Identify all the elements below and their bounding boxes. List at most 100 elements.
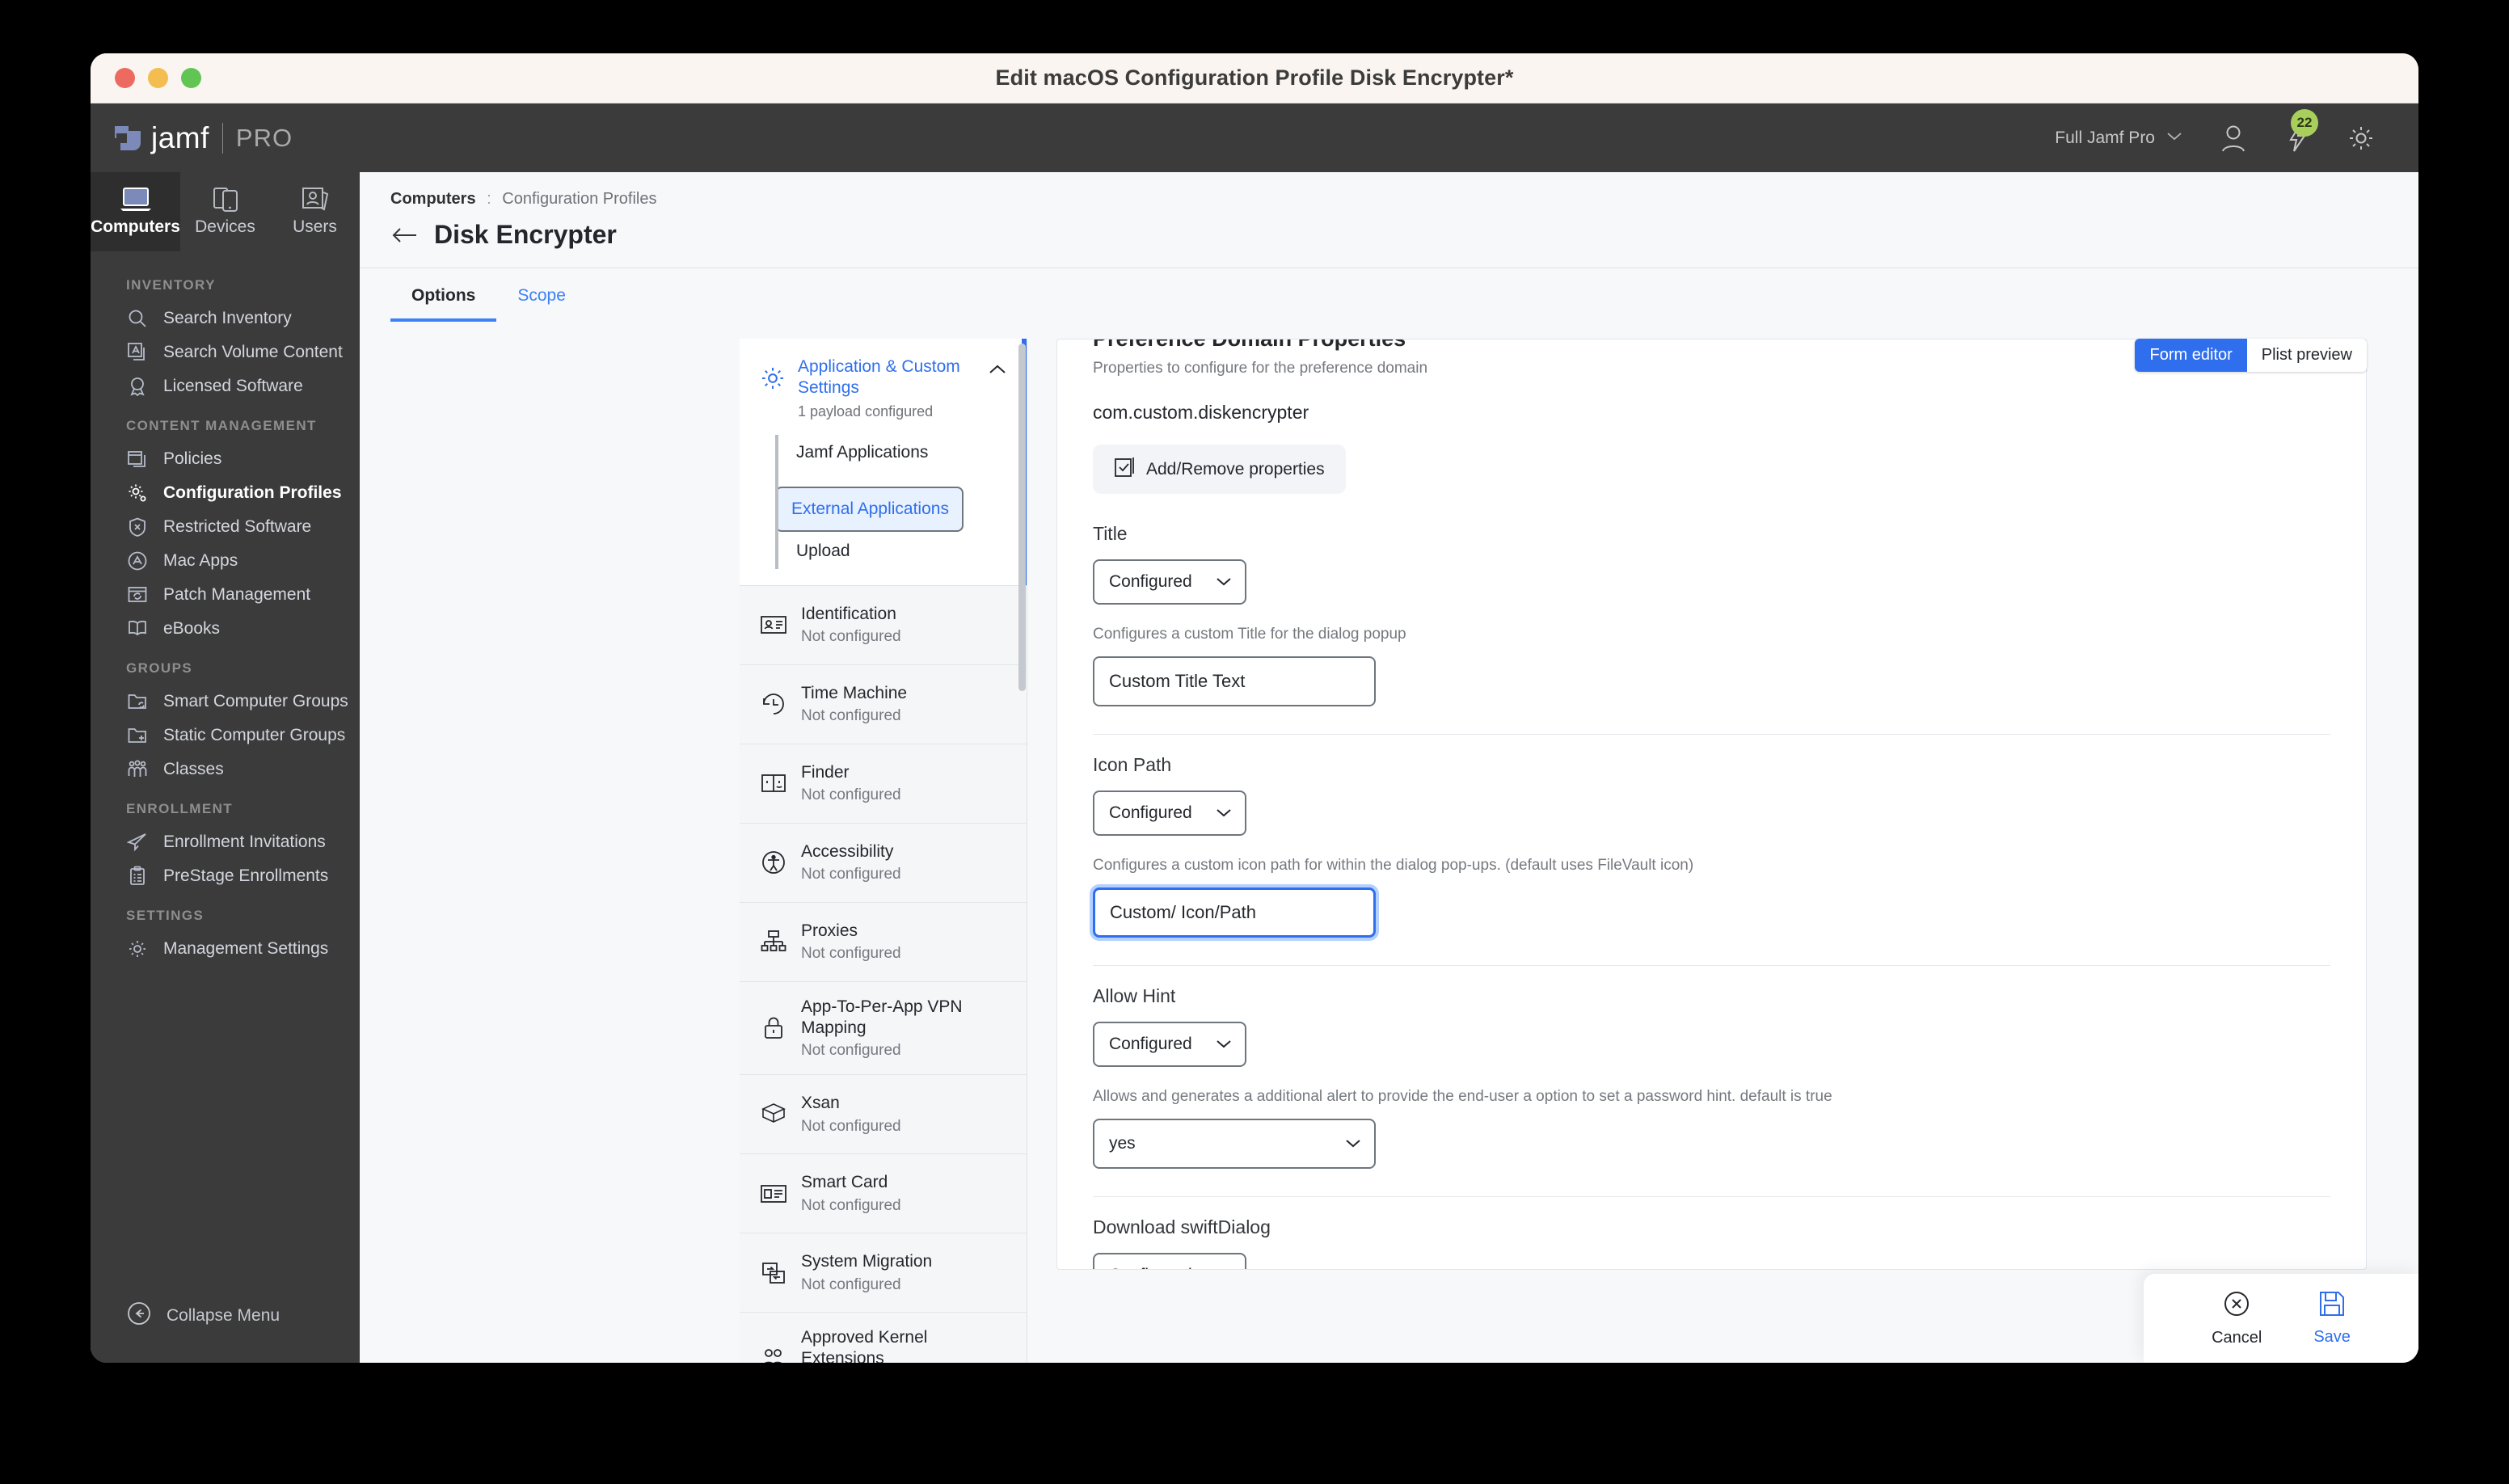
allow-hint-select[interactable]: yes: [1093, 1119, 1376, 1169]
account-context-dropdown[interactable]: Full Jamf Pro: [2055, 129, 2182, 148]
sidebar-label: Configuration Profiles: [163, 483, 342, 502]
action-footer: Cancel Save: [2144, 1274, 2418, 1363]
nav-group-settings: SETTINGS: [126, 908, 205, 923]
clock-rewind-icon: [759, 691, 788, 717]
field-state-select[interactable]: Configured: [1093, 790, 1246, 836]
payload-row-label: Approved Kernel Extensions: [801, 1328, 928, 1363]
breadcrumb-separator: :: [487, 190, 491, 208]
page-tabs: Options Scope: [360, 268, 2418, 322]
people-group-icon: [126, 758, 149, 781]
nav-group-inventory: INVENTORY: [126, 277, 216, 293]
editor-mode-toggle: Form editor Plist preview: [2135, 339, 2367, 372]
jamf-logo-mark: [115, 125, 141, 150]
sidebar-item-patch-management[interactable]: Patch Management: [91, 578, 360, 612]
sidebar-item-configuration-profiles[interactable]: Configuration Profiles: [91, 476, 360, 510]
field-help-text: Allows and generates a additional alert …: [1093, 1088, 1832, 1105]
accessibility-icon: [759, 850, 788, 875]
payload-open-title[interactable]: Application & Custom Settings: [798, 357, 960, 397]
checkbox-square-icon: [1114, 456, 1135, 483]
sidebar-item-static-computer-groups[interactable]: Static Computer Groups: [91, 719, 360, 753]
payload-row-label: Identification: [801, 604, 896, 623]
payload-row-label: System Migration: [801, 1252, 933, 1271]
sidebar-item-enrollment-invitations[interactable]: Enrollment Invitations: [91, 825, 360, 859]
payload-row-finder[interactable]: Finder Not configured: [740, 744, 1027, 824]
collapse-menu-label: Collapse Menu: [167, 1305, 280, 1325]
sidebar-item-management-settings[interactable]: Management Settings: [91, 932, 360, 966]
sidebar-label: Static Computer Groups: [163, 726, 346, 744]
floppy-disk-icon: [2318, 1290, 2346, 1322]
mobile-devices-icon: [209, 187, 242, 213]
field-state-select[interactable]: Configured: [1093, 1253, 1246, 1269]
field-label: Title: [1093, 523, 1128, 544]
collapse-menu-button[interactable]: Collapse Menu: [91, 1301, 360, 1363]
icon-path-input[interactable]: [1093, 887, 1376, 938]
toggle-plist-preview[interactable]: Plist preview: [2246, 339, 2367, 372]
segment-users[interactable]: Users: [270, 172, 360, 251]
payload-row-proxies[interactable]: Proxies Not configured: [740, 902, 1027, 982]
lock-icon: [759, 1015, 788, 1041]
add-remove-properties-button[interactable]: Add/Remove properties: [1093, 445, 1346, 494]
payload-row-identification[interactable]: Identification Not configured: [740, 585, 1027, 665]
sidebar-item-mac-apps[interactable]: Mac Apps: [91, 544, 360, 578]
chevron-down-icon: [1216, 803, 1232, 823]
segment-computers[interactable]: Computers: [91, 172, 180, 251]
gear-icon: [126, 938, 149, 960]
toggle-form-editor[interactable]: Form editor: [2135, 339, 2247, 372]
save-label: Save: [2313, 1328, 2351, 1346]
payload-row-system-migration[interactable]: System Migration Not configured: [740, 1233, 1027, 1313]
tab-scope[interactable]: Scope: [496, 268, 587, 322]
sidebar-item-search-inventory[interactable]: Search Inventory: [91, 301, 360, 335]
payload-row-approved-kernel-extensions[interactable]: Approved Kernel Extensions Not configure…: [740, 1313, 1027, 1363]
payload-row-smart-card[interactable]: Smart Card Not configured: [740, 1154, 1027, 1233]
payload-list-scrollbar[interactable]: [1018, 344, 1026, 691]
payload-subitem-jamf-applications[interactable]: Jamf Applications: [775, 433, 1027, 472]
payload-application-custom-settings: Application & Custom Settings 1 payload …: [740, 339, 1027, 586]
sidebar-item-licensed-software[interactable]: Licensed Software: [91, 369, 360, 403]
finder-icon: [759, 773, 788, 794]
save-button[interactable]: Save: [2313, 1290, 2351, 1347]
notifications-button[interactable]: 22: [2284, 108, 2318, 154]
field-state-select[interactable]: Configured: [1093, 1022, 1246, 1067]
payload-row-label: Smart Card: [801, 1173, 888, 1192]
folder-plus-icon: [126, 724, 149, 747]
field-label: Download swiftDialog: [1093, 1216, 1271, 1237]
payload-subitem-upload[interactable]: Upload: [775, 532, 1027, 571]
payload-row-state: Not configured: [801, 786, 901, 804]
jamf-pro-logo: jamf PRO: [91, 103, 360, 172]
sidebar-item-policies[interactable]: Policies: [91, 442, 360, 476]
sidebar-label: PreStage Enrollments: [163, 866, 329, 885]
sidebar-item-restricted-software[interactable]: Restricted Software: [91, 510, 360, 544]
payload-row-xsan[interactable]: Xsan Not configured: [740, 1075, 1027, 1154]
back-arrow-icon[interactable]: [390, 226, 418, 245]
payload-row-time-machine[interactable]: Time Machine Not configured: [740, 664, 1027, 744]
payload-subitem-external-applications[interactable]: External Applications: [775, 486, 964, 532]
payload-row-app-to-per-app-vpn-mapping[interactable]: App-To-Per-App VPN Mapping Not configure…: [740, 981, 1027, 1075]
editor-body: Application & Custom Settings 1 payload …: [360, 321, 2418, 1363]
cancel-button[interactable]: Cancel: [2212, 1289, 2262, 1347]
settings-gear-button[interactable]: [2346, 123, 2376, 154]
breadcrumb-leaf[interactable]: Configuration Profiles: [502, 190, 656, 208]
sidebar-item-search-volume-content[interactable]: Search Volume Content: [91, 335, 360, 369]
collapse-arrow-icon: [126, 1301, 152, 1330]
nav-group-groups: GROUPS: [126, 660, 193, 676]
field-state-select[interactable]: Configured: [1093, 559, 1246, 605]
sidebar-item-smart-computer-groups[interactable]: Smart Computer Groups: [91, 685, 360, 719]
field-allow-hint: Allow Hint Configured Allows and generat…: [1093, 966, 2330, 1197]
sidebar-label: Search Inventory: [163, 309, 292, 327]
breadcrumb-root[interactable]: Computers: [390, 190, 476, 208]
tab-options[interactable]: Options: [390, 268, 497, 322]
breadcrumb: Computers : Configuration Profiles: [390, 190, 2418, 209]
sidebar-item-prestage-enrollments[interactable]: PreStage Enrollments: [91, 859, 360, 893]
id-card-icon: [759, 614, 788, 635]
kernel-ext-icon: [759, 1347, 788, 1363]
sidebar-item-classes[interactable]: Classes: [91, 753, 360, 786]
payload-row-state: Not configured: [801, 1275, 901, 1293]
sidebar-item-ebooks[interactable]: eBooks: [91, 612, 360, 646]
title-input[interactable]: [1093, 656, 1376, 706]
user-profile-button[interactable]: [2218, 122, 2249, 154]
payload-row-label: Finder: [801, 762, 850, 782]
page-title: Disk Encrypter: [434, 220, 617, 249]
chevron-up-icon[interactable]: [988, 356, 1007, 380]
segment-devices[interactable]: Devices: [180, 172, 270, 251]
payload-row-accessibility[interactable]: Accessibility Not configured: [740, 823, 1027, 903]
